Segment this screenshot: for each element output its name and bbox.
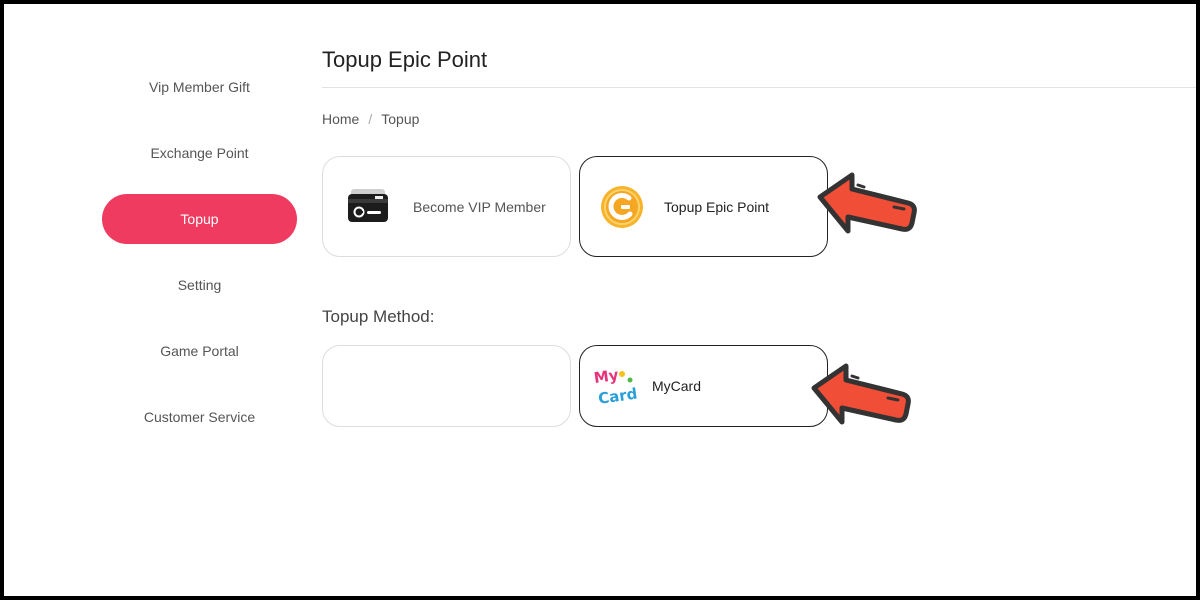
become-vip-member-card[interactable]: Become VIP Member <box>322 156 571 257</box>
breadcrumb-separator: / <box>368 111 373 127</box>
sidebar-item-setting[interactable]: Setting <box>102 260 297 310</box>
breadcrumb-current: Topup <box>381 111 420 127</box>
sidebar-item-label: Customer Service <box>143 409 256 425</box>
breadcrumb: Home / Topup <box>322 111 419 127</box>
sidebar-item-customer-service[interactable]: Customer Service <box>102 392 297 442</box>
topup-method-label: Topup Method: <box>322 307 435 326</box>
sidebar-item-game-portal[interactable]: Game Portal <box>102 326 297 376</box>
sidebar-item-topup[interactable]: Topup <box>102 194 297 244</box>
vip-card-icon <box>323 157 413 256</box>
sidebar: Vip Member Gift Exchange Point Topup Set… <box>4 4 304 596</box>
sidebar-item-exchange-point[interactable]: Exchange Point <box>102 128 297 178</box>
mycard-logo-icon: My Card <box>580 346 652 426</box>
card-label: Topup Epic Point <box>664 198 770 215</box>
page: Vip Member Gift Exchange Point Topup Set… <box>4 4 1196 596</box>
sidebar-item-label: Vip Member Gift <box>149 79 250 95</box>
mycard-logo-line2: Card <box>597 385 638 408</box>
pointer-arrow-icon <box>811 363 911 425</box>
mycard-method-card[interactable]: My Card MyCard <box>579 345 828 427</box>
card-label: MyCard <box>652 378 702 394</box>
epic-coin-icon <box>580 157 664 256</box>
sidebar-item-vip-member-gift[interactable]: Vip Member Gift <box>102 62 297 112</box>
topup-epic-point-card[interactable]: Topup Epic Point <box>579 156 828 257</box>
pointer-arrow-icon <box>817 172 917 234</box>
breadcrumb-home[interactable]: Home <box>322 111 359 127</box>
topup-method-empty-card[interactable] <box>322 345 571 427</box>
sidebar-item-label: Setting <box>177 277 222 293</box>
sidebar-item-label: Exchange Point <box>150 145 249 161</box>
card-label: Become VIP Member <box>413 198 546 215</box>
page-title: Topup Epic Point <box>322 47 488 72</box>
sidebar-item-label: Topup <box>180 211 219 227</box>
mycard-logo-line1: My <box>593 366 620 387</box>
sidebar-item-label: Game Portal <box>160 343 239 359</box>
title-divider <box>322 87 1196 88</box>
